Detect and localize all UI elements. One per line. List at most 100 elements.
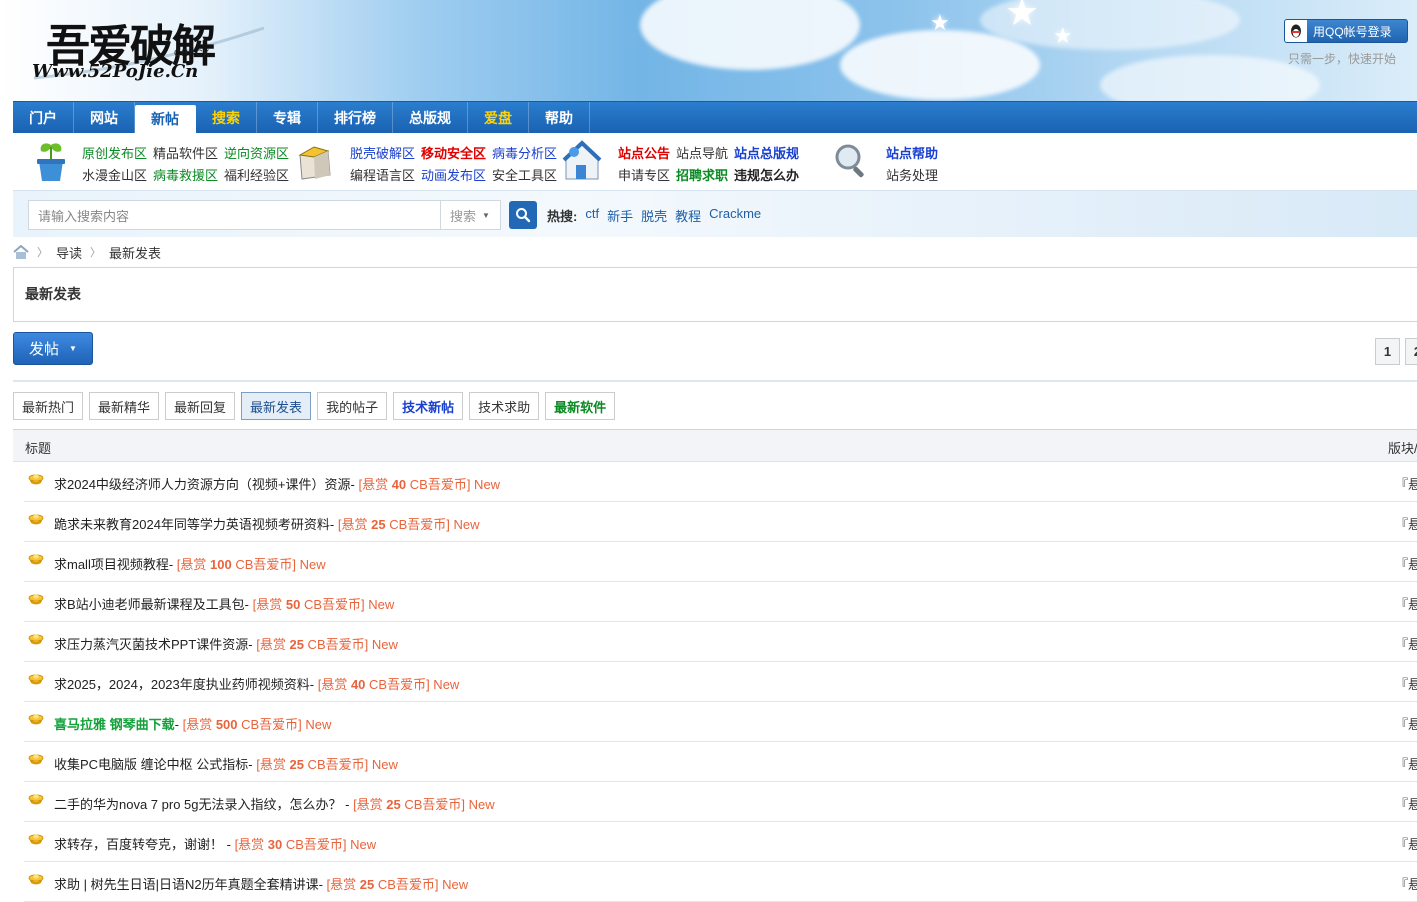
thread-title-text: 求压力蒸汽灭菌技术PPT课件资源- [54,637,257,652]
hot-search-link[interactable]: 新手 [607,206,633,225]
thread-title-text: 二手的华为nova 7 pro 5g无法录入指纹，怎么办？ - [54,797,354,812]
thread-title[interactable]: 求压力蒸汽灭菌技术PPT课件资源- [悬赏 25 CB吾爱币] New [54,634,398,653]
thread-forum[interactable]: 『悬 [1395,594,1417,613]
hot-search-label: 热搜: [547,209,578,224]
plant-pot-icon [37,143,65,181]
thread-title[interactable]: 求助 | 树先生日语|日语N2历年真题全套精讲课- [悬赏 25 CB吾爱币] … [54,874,468,893]
quick-link-affairs[interactable]: 站务处理 [886,165,938,187]
nav-item-ranking[interactable]: 排行榜 [318,102,393,133]
nav-item-rules[interactable]: 总版规 [393,102,468,133]
nav-item-help[interactable]: 帮助 [529,102,590,133]
thread-forum[interactable]: 『悬 [1395,834,1417,853]
hot-search-link[interactable]: 教程 [675,206,701,225]
dropdown-arrow-icon: ▼ [69,344,77,353]
breadcrumb-guide[interactable]: 导读 [56,243,82,262]
thread-title[interactable]: 跪求未来教育2024年同等学力英语视频考研资料- [悬赏 25 CB吾爱币] N… [54,514,479,533]
hot-search-link[interactable]: Crackme [709,206,761,225]
tab-hot[interactable]: 最新热门 [13,392,84,420]
search-type-select[interactable]: 搜索 ▼ [440,200,501,230]
table-row[interactable]: 求2024中级经济师人力资源方向（视频+课件）资源- [悬赏 40 CB吾爱币]… [24,462,1417,502]
thread-forum[interactable]: 『悬 [1395,634,1417,653]
table-row[interactable]: 求压力蒸汽灭菌技术PPT课件资源- [悬赏 25 CB吾爱币] New 『悬 [24,622,1417,662]
home-icon[interactable] [13,245,29,259]
quick-link-unpack[interactable]: 脱壳破解区 [350,143,415,165]
tab-digest[interactable]: 最新精华 [89,392,160,420]
quick-link-virus-analysis[interactable]: 病毒分析区 [492,143,557,165]
table-row[interactable]: 喜马拉雅 钢琴曲下载- [悬赏 500 CB吾爱币] New 『悬 [24,702,1417,742]
page-number-current[interactable]: 1 [1375,338,1400,365]
quick-link-apply[interactable]: 申请专区 [618,165,670,187]
quick-link-violation[interactable]: 违规怎么办 [734,165,799,187]
thread-title[interactable]: 收集PC电脑版 缠论中枢 公式指标- [悬赏 25 CB吾爱币] New [54,754,398,773]
table-row[interactable]: 二手的华为nova 7 pro 5g无法录入指纹，怎么办？ - [悬赏 25 C… [24,782,1417,822]
thread-title[interactable]: 求B站小迪老师最新课程及工具包- [悬赏 50 CB吾爱币] New [54,594,394,613]
table-row[interactable]: 求2025，2024，2023年度执业药师视频资料- [悬赏 40 CB吾爱币]… [24,662,1417,702]
nav-item-new-posts[interactable]: 新帖 [135,105,196,133]
quick-link-site-rules[interactable]: 站点总版规 [734,143,799,165]
hot-search-link[interactable]: 脱壳 [641,206,667,225]
quick-link-software[interactable]: 精品软件区 [153,143,218,165]
new-post-label: 发帖 [29,341,60,358]
quick-link-reverse-resources[interactable]: 逆向资源区 [224,143,289,165]
tab-tech-new[interactable]: 技术新帖 [393,392,464,420]
thread-forum[interactable]: 『悬 [1395,674,1417,693]
qq-login-button[interactable]: 用QQ帐号登录 [1284,19,1408,43]
thread-forum[interactable]: 『悬 [1395,714,1417,733]
tab-tech-help[interactable]: 技术求助 [469,392,540,420]
table-row[interactable]: 求助 | 树先生日语|日语N2历年真题全套精讲课- [悬赏 25 CB吾爱币] … [24,862,1417,902]
thread-title[interactable]: 二手的华为nova 7 pro 5g无法录入指纹，怎么办？ - [悬赏 25 C… [54,794,495,813]
gold-ingot-icon [28,674,44,685]
quick-link-programming[interactable]: 编程语言区 [350,165,415,187]
thread-forum[interactable]: 『悬 [1395,554,1417,573]
nav-item-portal[interactable]: 门户 [13,102,74,133]
quick-link-site-help[interactable]: 站点帮助 [886,143,938,165]
thread-title[interactable]: 求2025，2024，2023年度执业药师视频资料- [悬赏 40 CB吾爱币]… [54,674,459,693]
thread-title-suffix: - [174,717,183,732]
tab-my-posts[interactable]: 我的帖子 [317,392,388,420]
thread-forum[interactable]: 『悬 [1395,794,1417,813]
page-number[interactable]: 2 [1405,338,1417,365]
search-button[interactable] [509,201,537,229]
quick-group-help: 站点帮助 站务处理 [886,143,938,187]
thread-title[interactable]: 求转存，百度转夸克，谢谢！ - [悬赏 30 CB吾爱币] New [54,834,376,853]
tab-replies[interactable]: 最新回复 [165,392,236,420]
thread-title-text: 求转存，百度转夸克，谢谢！ - [54,837,235,852]
new-post-button[interactable]: 发帖 ▼ [13,332,93,365]
thread-forum[interactable]: 『悬 [1395,514,1417,533]
quick-link-mobile-security[interactable]: 移动安全区 [421,143,486,165]
quick-link-security-tools[interactable]: 安全工具区 [492,165,557,187]
quick-link-water[interactable]: 水漫金山区 [82,165,147,187]
quick-link-site-nav[interactable]: 站点导航 [676,143,728,165]
tab-new-software[interactable]: 最新软件 [545,392,616,420]
table-row[interactable]: 求转存，百度转夸克，谢谢！ - [悬赏 30 CB吾爱币] New 『悬 [24,822,1417,862]
table-row[interactable]: 求B站小迪老师最新课程及工具包- [悬赏 50 CB吾爱币] New 『悬 [24,582,1417,622]
reward-amount: 100 [210,557,232,572]
nav-item-search[interactable]: 搜索 [196,102,257,133]
table-row[interactable]: 求mall项目视频教程- [悬赏 100 CB吾爱币] New 『悬 [24,542,1417,582]
thread-title-text: 求B站小迪老师最新课程及工具包- [54,597,253,612]
quick-link-welfare[interactable]: 福利经验区 [224,165,289,187]
breadcrumb-separator-icon: 〉 [37,247,48,259]
quick-link-announcement[interactable]: 站点公告 [618,143,670,165]
tab-new[interactable]: 最新发表 [241,392,312,420]
quick-link-original[interactable]: 原创发布区 [82,143,147,165]
search-input[interactable]: 请输入搜索内容 [28,200,441,230]
thread-title[interactable]: 喜马拉雅 钢琴曲下载- [悬赏 500 CB吾爱币] New [54,714,331,733]
hot-search-link[interactable]: ctf [585,206,599,225]
thread-forum[interactable]: 『悬 [1395,474,1417,493]
site-logo[interactable]: 吾爱破解 CRACK Www.52PoJie.Cn [14,8,274,88]
thread-title[interactable]: 求mall项目视频教程- [悬赏 100 CB吾爱币] New [54,554,326,573]
nav-item-site[interactable]: 网站 [74,102,135,133]
nav-item-aipan[interactable]: 爱盘 [468,102,529,133]
reward-badge: [悬赏 40 CB吾爱币] New [318,677,460,692]
quick-link-jobs[interactable]: 招聘求职 [676,165,728,187]
quick-link-virus-rescue[interactable]: 病毒救援区 [153,165,218,187]
thread-title[interactable]: 求2024中级经济师人力资源方向（视频+课件）资源- [悬赏 40 CB吾爱币]… [54,474,500,493]
nav-item-albums[interactable]: 专辑 [257,102,318,133]
table-row[interactable]: 收集PC电脑版 缠论中枢 公式指标- [悬赏 25 CB吾爱币] New 『悬 [24,742,1417,782]
table-row[interactable]: 跪求未来教育2024年同等学力英语视频考研资料- [悬赏 25 CB吾爱币] N… [24,502,1417,542]
reward-amount: 25 [371,517,386,532]
thread-forum[interactable]: 『悬 [1395,874,1417,893]
quick-link-animation[interactable]: 动画发布区 [421,165,486,187]
thread-forum[interactable]: 『悬 [1395,754,1417,773]
